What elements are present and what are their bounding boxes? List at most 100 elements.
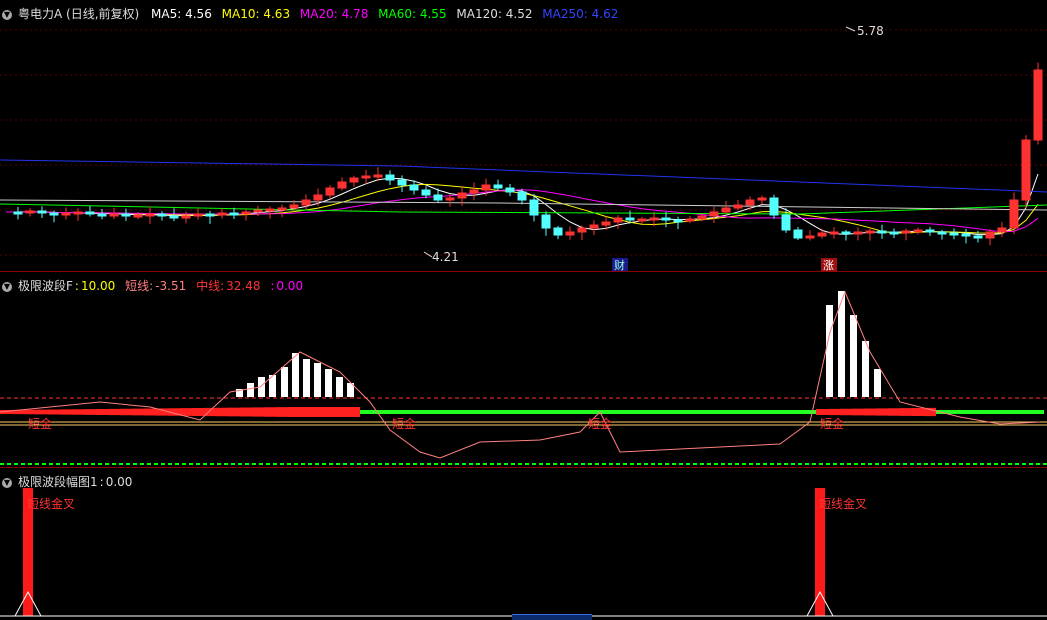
candle-body <box>205 213 215 217</box>
histogram-bar <box>826 305 833 397</box>
candle-body <box>145 213 155 217</box>
mid-band-bar <box>252 407 264 417</box>
indicator1-legend: ▼ 极限波段F:10.00 短线: -3.51 中线: 32.48 :0.00 <box>2 279 304 293</box>
chevron-down-icon[interactable]: ▼ <box>2 281 12 292</box>
mid-band-bar <box>696 410 708 414</box>
candle-body <box>25 210 35 214</box>
candle-body <box>817 232 827 237</box>
short-cross-signal: 短线金叉 <box>819 496 867 511</box>
mid-band-bar <box>144 408 156 416</box>
candle-body <box>757 197 767 201</box>
histogram-bar <box>336 377 343 397</box>
histogram-bar <box>281 367 288 397</box>
candle-body <box>493 184 503 189</box>
mid-band-bar <box>552 410 564 414</box>
mid-band-bar <box>828 408 840 416</box>
mid-band-bar <box>456 410 468 414</box>
candle-body <box>997 227 1007 233</box>
mid-band-bar <box>1008 410 1020 414</box>
main-chart-panel[interactable]: ▼ 粤电力A (日线,前复权) MA5: 4.56 MA10: 4.63 MA20… <box>0 0 1047 272</box>
finance-tag: 财 <box>614 258 625 272</box>
candle-body <box>505 187 515 193</box>
histogram-bar <box>247 383 254 397</box>
mid-band-bar <box>120 408 132 416</box>
candle-body <box>289 204 299 209</box>
mid-band-bar <box>984 410 996 414</box>
indicator2-panel[interactable]: ▼ 极限波段幅图1:0.00 短线金叉 短线金叉 <box>0 468 1047 619</box>
candle-body <box>421 189 431 196</box>
ma60-line <box>0 203 1047 215</box>
mid-band-bar <box>708 410 720 414</box>
candle-body <box>985 231 995 239</box>
candle-body <box>385 174 395 181</box>
mid-band-bar <box>768 410 780 414</box>
mid-band-bar <box>420 410 432 414</box>
mid-band-bar <box>564 410 576 414</box>
mid-band-bar <box>804 410 816 414</box>
mid-band-bar <box>660 410 672 414</box>
mid-band-bar <box>864 408 876 416</box>
indicator2-name: 极限波段幅图1 <box>18 475 98 489</box>
candle-body <box>97 213 107 217</box>
candle-body <box>1009 199 1019 229</box>
short-gold-signal: 短金 <box>820 416 844 431</box>
mid-band-bar <box>636 410 648 414</box>
candle-body <box>745 199 755 206</box>
stock-title: 粤电力A (日线,前复权) <box>18 7 140 21</box>
mid-band-bar <box>756 410 768 414</box>
mid-band-bar <box>348 407 360 417</box>
candle-body <box>529 199 539 216</box>
candle-body <box>637 218 647 222</box>
mid-band-bar <box>816 409 828 415</box>
mid-band-bar <box>504 410 516 414</box>
candle-body <box>373 174 383 178</box>
candle-body <box>925 229 935 233</box>
candle-body <box>949 232 959 236</box>
mid-band-bar <box>336 407 348 417</box>
candle-body <box>793 229 803 239</box>
mid-band-bar <box>312 407 324 417</box>
candle-body <box>109 213 119 217</box>
mid-band-bar <box>408 410 420 414</box>
candle-body <box>841 231 851 235</box>
candle-body <box>229 212 239 216</box>
indicator1-panel[interactable]: ▼ 极限波段F:10.00 短线: -3.51 中线: 32.48 :0.00 短金 短… <box>0 272 1047 468</box>
candle-body <box>133 214 143 218</box>
mid-band-bar <box>948 410 960 414</box>
candle-body <box>265 208 275 212</box>
ma250-line <box>0 159 1047 193</box>
candle-body <box>601 221 611 226</box>
indicator2-value: 0.00 <box>105 475 133 489</box>
candle-body <box>121 213 131 217</box>
candle-body <box>337 181 347 189</box>
candle-body <box>325 187 335 196</box>
mid-band-bar <box>684 410 696 414</box>
candlestick-chart[interactable]: 5.78 4.21 财 涨 <box>0 0 1047 272</box>
mid-band-bar <box>60 409 72 415</box>
ma120-legend: MA120: 4.52 <box>456 7 533 21</box>
candle-body <box>517 191 527 201</box>
mid-band-bar <box>492 410 504 414</box>
mid-band-bar <box>216 407 228 417</box>
indicator2-chart[interactable]: 短线金叉 短线金叉 <box>0 468 1047 619</box>
ma120-line <box>0 199 1047 211</box>
mid-band-bar <box>672 410 684 414</box>
candle-body <box>217 212 227 216</box>
candle-body <box>565 231 575 236</box>
ma60-legend: MA60: 4.55 <box>378 7 447 21</box>
mid-band-bar <box>468 410 480 414</box>
chevron-down-icon[interactable]: ▼ <box>2 477 12 488</box>
mid-band-bar <box>72 409 84 415</box>
indicator1-chart[interactable]: 短金 短金 短金 短金 <box>0 272 1047 468</box>
main-legend: ▼ 粤电力A (日线,前复权) MA5: 4.56 MA10: 4.63 MA20… <box>2 5 624 22</box>
chevron-down-icon[interactable]: ▼ <box>2 9 12 20</box>
mid-band-bar <box>36 409 48 415</box>
candle-body <box>577 227 587 233</box>
candle-body <box>913 229 923 233</box>
mid-band-bar <box>84 409 96 415</box>
candle-body <box>253 209 263 213</box>
mid-band-bar <box>744 410 756 414</box>
short-gold-signal: 短金 <box>588 416 612 431</box>
mid-band-bar <box>396 410 408 414</box>
candle-body <box>625 217 635 221</box>
